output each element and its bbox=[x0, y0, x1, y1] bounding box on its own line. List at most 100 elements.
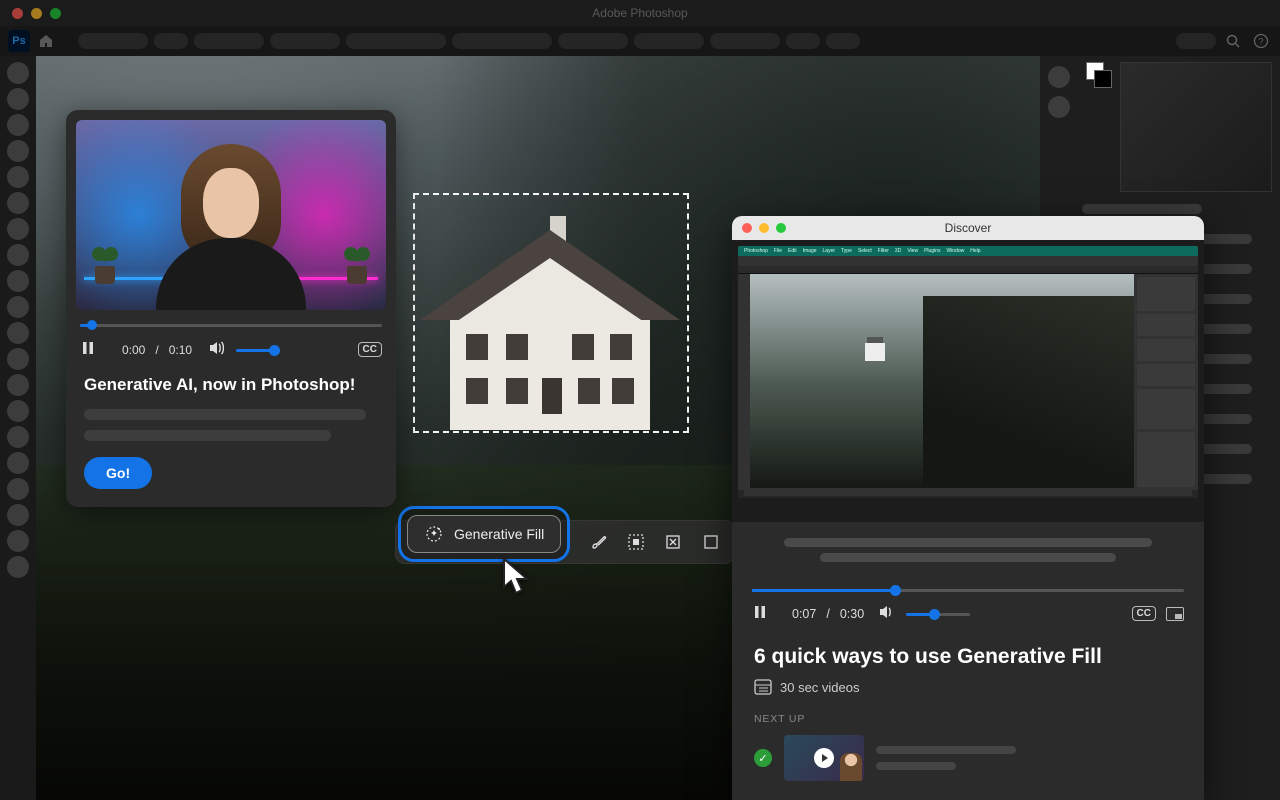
transform-icon[interactable] bbox=[660, 528, 687, 556]
sparkle-icon bbox=[424, 524, 444, 544]
go-button[interactable]: Go! bbox=[84, 457, 152, 489]
tutorial-title: Generative AI, now in Photoshop! bbox=[84, 375, 378, 395]
tool-button[interactable] bbox=[7, 140, 29, 162]
tutorial-volume-slider[interactable] bbox=[236, 343, 280, 357]
discover-current-time: 0:07 bbox=[792, 607, 816, 621]
options-control[interactable] bbox=[270, 33, 340, 49]
discover-description-line bbox=[784, 538, 1152, 547]
tool-button[interactable] bbox=[7, 478, 29, 500]
select-subject-icon[interactable] bbox=[623, 528, 650, 556]
tutorial-video-thumbnail[interactable] bbox=[76, 120, 386, 310]
help-icon[interactable]: ? bbox=[1250, 30, 1272, 52]
discover-progress-slider[interactable] bbox=[752, 584, 1184, 596]
discover-zoom-dot[interactable] bbox=[776, 223, 786, 233]
options-control[interactable] bbox=[346, 33, 446, 49]
cc-toggle[interactable]: CC bbox=[358, 342, 382, 357]
more-icon[interactable] bbox=[697, 528, 724, 556]
next-title-line bbox=[876, 746, 1016, 754]
pause-icon[interactable] bbox=[80, 340, 96, 359]
tool-button[interactable] bbox=[7, 322, 29, 344]
completed-check-icon: ✓ bbox=[754, 749, 772, 767]
tool-button[interactable] bbox=[7, 296, 29, 318]
tool-button[interactable] bbox=[7, 62, 29, 84]
photoshop-options-bar: Ps ? bbox=[0, 26, 1280, 56]
options-control[interactable] bbox=[194, 33, 264, 49]
window-titlebar: Adobe Photoshop bbox=[0, 0, 1280, 26]
tutorial-duration: 0:10 bbox=[169, 343, 192, 357]
pip-icon[interactable] bbox=[1166, 607, 1184, 621]
photoshop-logo-icon[interactable]: Ps bbox=[8, 30, 30, 52]
generative-fill-button[interactable]: Generative Fill bbox=[407, 515, 561, 553]
tool-button[interactable] bbox=[7, 530, 29, 552]
window-close-dot[interactable] bbox=[12, 8, 23, 19]
generative-fill-label: Generative Fill bbox=[454, 526, 544, 542]
tutorial-current-time: 0:00 bbox=[122, 343, 145, 357]
pause-icon[interactable] bbox=[752, 604, 768, 623]
window-zoom-dot[interactable] bbox=[50, 8, 61, 19]
video-list-icon bbox=[754, 679, 772, 695]
brush-icon[interactable] bbox=[586, 528, 613, 556]
tool-button[interactable] bbox=[7, 88, 29, 110]
svg-text:?: ? bbox=[1258, 37, 1263, 47]
color-panel[interactable] bbox=[1120, 62, 1272, 192]
window-title: Adobe Photoshop bbox=[592, 6, 687, 20]
discover-description-line bbox=[820, 553, 1116, 562]
tool-button[interactable] bbox=[7, 192, 29, 214]
panel-tab[interactable] bbox=[1048, 66, 1070, 88]
discover-meta-text: 30 sec videos bbox=[780, 680, 860, 695]
cc-toggle[interactable]: CC bbox=[1132, 606, 1156, 621]
cursor-icon bbox=[500, 556, 536, 598]
marquee-selection[interactable] bbox=[413, 193, 689, 433]
panel-row[interactable] bbox=[1082, 204, 1202, 214]
tool-button[interactable] bbox=[7, 166, 29, 188]
window-minimize-dot[interactable] bbox=[31, 8, 42, 19]
discover-duration: 0:30 bbox=[840, 607, 864, 621]
discover-video-area[interactable]: PhotoshopFileEditImageLayerTypeSelectFil… bbox=[732, 240, 1204, 522]
next-up-item[interactable]: ✓ bbox=[754, 735, 1182, 781]
play-icon bbox=[814, 748, 834, 768]
tutorial-progress-slider[interactable] bbox=[80, 320, 382, 330]
home-icon[interactable] bbox=[36, 31, 56, 51]
tool-button[interactable] bbox=[7, 270, 29, 292]
discover-time-separator: / bbox=[826, 607, 829, 621]
search-icon[interactable] bbox=[1222, 30, 1244, 52]
options-control[interactable] bbox=[154, 33, 188, 49]
discover-volume-slider[interactable] bbox=[906, 607, 970, 621]
tool-button[interactable] bbox=[7, 348, 29, 370]
tutorial-description-line bbox=[84, 409, 366, 420]
color-swatch[interactable] bbox=[1086, 62, 1114, 90]
discover-titlebar: Discover bbox=[732, 216, 1204, 240]
volume-icon[interactable] bbox=[878, 604, 896, 623]
next-up-label: NEXT UP bbox=[754, 713, 1182, 725]
tool-button[interactable] bbox=[7, 504, 29, 526]
options-control[interactable] bbox=[826, 33, 860, 49]
tool-button[interactable] bbox=[7, 244, 29, 266]
discover-panel: Discover PhotoshopFileEditImageLayerType… bbox=[732, 216, 1204, 800]
options-control[interactable] bbox=[452, 33, 552, 49]
options-control[interactable] bbox=[1176, 33, 1216, 49]
panel-tab[interactable] bbox=[1048, 96, 1070, 118]
options-control[interactable] bbox=[78, 33, 148, 49]
tool-strip bbox=[0, 56, 36, 800]
tutorial-popup: 0:00 / 0:10 CC Generative AI, now in Pho… bbox=[66, 110, 396, 507]
discover-window-title: Discover bbox=[945, 221, 992, 235]
tool-button[interactable] bbox=[7, 114, 29, 136]
tutorial-time-separator: / bbox=[155, 343, 158, 357]
discover-heading: 6 quick ways to use Generative Fill bbox=[754, 645, 1182, 669]
next-subtitle-line bbox=[876, 762, 956, 770]
next-thumbnail[interactable] bbox=[784, 735, 864, 781]
tool-button[interactable] bbox=[7, 374, 29, 396]
options-control[interactable] bbox=[634, 33, 704, 49]
tool-button[interactable] bbox=[7, 556, 29, 578]
discover-minimize-dot[interactable] bbox=[759, 223, 769, 233]
tool-button[interactable] bbox=[7, 452, 29, 474]
volume-icon[interactable] bbox=[208, 340, 226, 359]
options-control[interactable] bbox=[558, 33, 628, 49]
discover-close-dot[interactable] bbox=[742, 223, 752, 233]
tutorial-description-line bbox=[84, 430, 331, 441]
options-control[interactable] bbox=[710, 33, 780, 49]
tool-button[interactable] bbox=[7, 426, 29, 448]
options-control[interactable] bbox=[786, 33, 820, 49]
tool-button[interactable] bbox=[7, 400, 29, 422]
tool-button[interactable] bbox=[7, 218, 29, 240]
